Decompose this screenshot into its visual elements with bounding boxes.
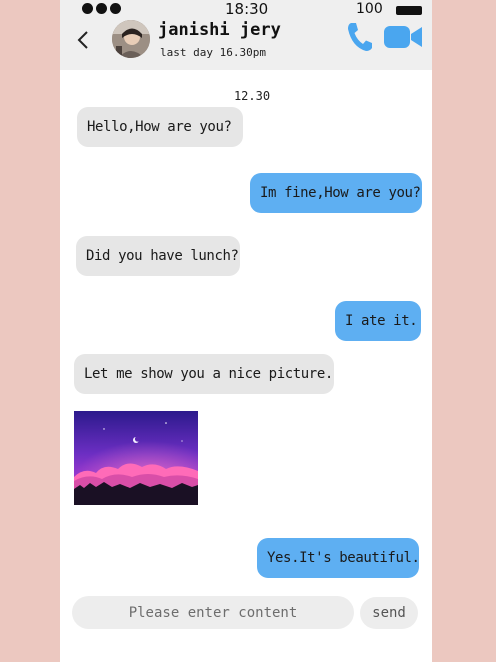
message-input-bar: send bbox=[60, 590, 432, 662]
battery-icon bbox=[396, 6, 422, 15]
status-time: 18:30 bbox=[225, 0, 269, 18]
message-bubble-incoming[interactable]: Hello,How are you? bbox=[77, 107, 243, 147]
chat-header: janishi jery last day 16.30pm bbox=[60, 20, 432, 70]
message-bubble-outgoing[interactable]: I ate it. bbox=[335, 301, 421, 341]
back-button[interactable] bbox=[74, 26, 94, 54]
send-button[interactable]: send bbox=[360, 597, 418, 629]
call-button[interactable] bbox=[346, 20, 372, 52]
avatar[interactable] bbox=[112, 20, 150, 58]
message-bubble-outgoing[interactable]: Yes.It's beautiful. bbox=[257, 538, 420, 578]
message-bubble-incoming[interactable]: Let me show you a nice picture. bbox=[74, 354, 334, 394]
phone-icon bbox=[348, 23, 372, 51]
message-input[interactable] bbox=[72, 596, 354, 629]
message-image[interactable] bbox=[74, 411, 198, 505]
video-camera-icon bbox=[384, 26, 422, 48]
status-bar: 18:30 100 bbox=[60, 0, 432, 20]
video-call-button[interactable] bbox=[384, 24, 424, 50]
last-seen-status: last day 16.30pm bbox=[160, 46, 266, 59]
battery-level: 100 bbox=[356, 1, 383, 17]
phone-screen: 18:30 100 janishi jery last day 16.30pm bbox=[60, 0, 432, 662]
time-separator: 12.30 bbox=[233, 89, 271, 103]
chevron-left-icon bbox=[77, 31, 88, 49]
message-bubble-outgoing[interactable]: Im fine,How are you? bbox=[250, 173, 422, 213]
message-bubble-incoming[interactable]: Did you have lunch? bbox=[76, 236, 240, 276]
message-list[interactable]: 12.30 Hello,How are you? Im fine,How are… bbox=[60, 70, 432, 590]
signal-icon bbox=[82, 3, 121, 14]
contact-name: janishi jery bbox=[158, 20, 281, 40]
